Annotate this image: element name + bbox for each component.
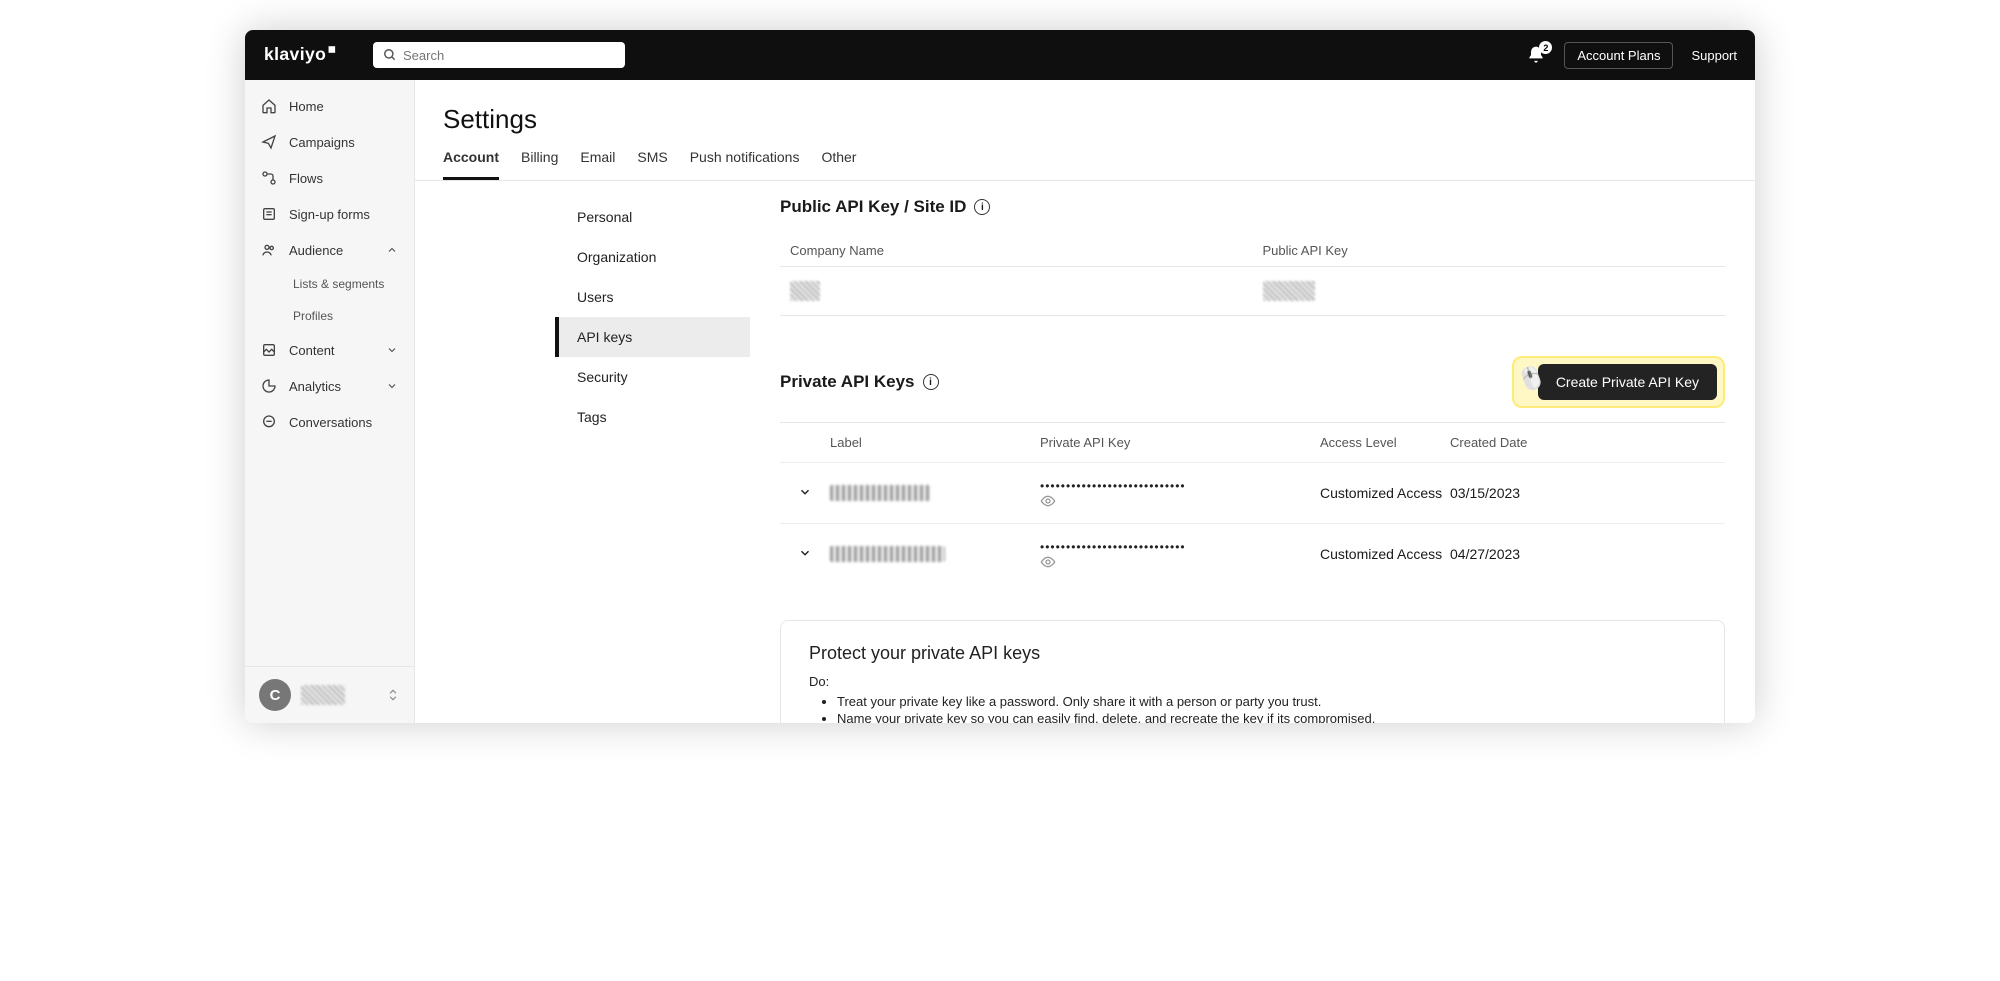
protect-title: Protect your private API keys bbox=[809, 643, 1696, 664]
sidebar-item-label: Home bbox=[289, 99, 324, 114]
sidebar: Home Campaigns Flows Sign-up forms Audie… bbox=[245, 80, 415, 723]
subnav-personal[interactable]: Personal bbox=[555, 197, 750, 237]
reveal-key-button[interactable] bbox=[1040, 493, 1320, 509]
col-key: Private API Key bbox=[1040, 435, 1320, 450]
tab-other[interactable]: Other bbox=[821, 149, 856, 180]
sidebar-subitem-lists-segments[interactable]: Lists & segments bbox=[245, 268, 414, 300]
masked-key: •••••••••••••••••••••••••••• bbox=[1040, 479, 1186, 493]
chevron-up-icon bbox=[386, 244, 398, 256]
sidebar-item-flows[interactable]: Flows bbox=[245, 160, 414, 196]
info-icon[interactable]: i bbox=[923, 374, 939, 390]
public-api-title-text: Public API Key / Site ID bbox=[780, 197, 966, 217]
topbar: klaviyo 2 Account Plans Support bbox=[245, 30, 1755, 80]
search-icon bbox=[383, 48, 397, 62]
expand-row-button[interactable] bbox=[798, 485, 812, 499]
key-label-redacted bbox=[830, 485, 930, 501]
sidebar-item-label: Content bbox=[289, 343, 335, 358]
do-label: Do: bbox=[809, 674, 1696, 689]
list-item: Name your private key so you can easily … bbox=[837, 710, 1696, 723]
create-private-api-key-button[interactable]: Create Private API Key bbox=[1538, 364, 1717, 400]
table-row: •••••••••••••••••••••••••••• Customized … bbox=[780, 462, 1725, 523]
notification-badge: 2 bbox=[1539, 41, 1552, 54]
search-wrap bbox=[373, 42, 625, 68]
list-item: Treat your private key like a password. … bbox=[837, 693, 1696, 710]
tab-email[interactable]: Email bbox=[580, 149, 615, 180]
settings-tabs: Account Billing Email SMS Push notificat… bbox=[415, 135, 1755, 181]
sidebar-item-label: Conversations bbox=[289, 415, 372, 430]
private-api-title-text: Private API Keys bbox=[780, 372, 915, 392]
sidebar-item-audience[interactable]: Audience bbox=[245, 232, 414, 268]
access-level: Customized Access bbox=[1320, 546, 1450, 562]
svg-text:klaviyo: klaviyo bbox=[264, 44, 326, 64]
sidebar-item-conversations[interactable]: Conversations bbox=[245, 404, 414, 440]
subnav-api-keys[interactable]: API keys bbox=[555, 317, 750, 357]
support-link[interactable]: Support bbox=[1691, 48, 1737, 63]
access-level: Customized Access bbox=[1320, 485, 1450, 501]
tab-push[interactable]: Push notifications bbox=[690, 149, 800, 180]
main: Settings Account Billing Email SMS Push … bbox=[415, 80, 1755, 723]
subnav-tags[interactable]: Tags bbox=[555, 397, 750, 437]
subnav-security[interactable]: Security bbox=[555, 357, 750, 397]
chevron-down-icon bbox=[386, 344, 398, 356]
chevron-down-icon bbox=[386, 380, 398, 392]
company-name-header: Company Name bbox=[780, 235, 1253, 266]
masked-key: •••••••••••••••••••••••••••• bbox=[1040, 540, 1186, 554]
public-api-title: Public API Key / Site ID i bbox=[780, 197, 1725, 217]
tab-sms[interactable]: SMS bbox=[637, 149, 667, 180]
col-access: Access Level bbox=[1320, 435, 1450, 450]
account-subnav: Personal Organization Users API keys Sec… bbox=[415, 181, 750, 723]
tab-billing[interactable]: Billing bbox=[521, 149, 558, 180]
sidebar-item-content[interactable]: Content bbox=[245, 332, 414, 368]
sidebar-item-label: Campaigns bbox=[289, 135, 355, 150]
page-title: Settings bbox=[443, 104, 1727, 135]
protect-keys-box: Protect your private API keys Do: Treat … bbox=[780, 620, 1725, 723]
sidebar-subitem-profiles[interactable]: Profiles bbox=[245, 300, 414, 332]
subnav-organization[interactable]: Organization bbox=[555, 237, 750, 277]
private-api-title: Private API Keys i bbox=[780, 372, 939, 392]
key-label-redacted bbox=[830, 546, 945, 562]
sidebar-item-signup-forms[interactable]: Sign-up forms bbox=[245, 196, 414, 232]
tab-account[interactable]: Account bbox=[443, 149, 499, 180]
sidebar-item-label: Analytics bbox=[289, 379, 341, 394]
sidebar-item-label: Flows bbox=[289, 171, 323, 186]
account-name-redacted bbox=[301, 685, 345, 705]
company-name-redacted bbox=[790, 281, 820, 301]
sidebar-item-label: Sign-up forms bbox=[289, 207, 370, 222]
search-input[interactable] bbox=[373, 42, 625, 68]
private-keys-table: Label Private API Key Access Level Creat… bbox=[780, 422, 1725, 584]
col-label: Label bbox=[830, 435, 1040, 450]
sidebar-item-campaigns[interactable]: Campaigns bbox=[245, 124, 414, 160]
logo: klaviyo bbox=[263, 44, 353, 66]
public-key-header: Public API Key bbox=[1253, 235, 1726, 266]
create-key-highlight: 🖱️ Create Private API Key bbox=[1512, 356, 1725, 408]
col-date: Created Date bbox=[1450, 435, 1725, 450]
notifications-button[interactable]: 2 bbox=[1526, 45, 1546, 65]
subnav-users[interactable]: Users bbox=[555, 277, 750, 317]
info-icon[interactable]: i bbox=[974, 199, 990, 215]
sidebar-item-analytics[interactable]: Analytics bbox=[245, 368, 414, 404]
avatar: C bbox=[259, 679, 291, 711]
created-date: 04/27/2023 bbox=[1450, 546, 1725, 562]
account-plans-button[interactable]: Account Plans bbox=[1564, 42, 1673, 69]
sidebar-item-label: Audience bbox=[289, 243, 343, 258]
sidebar-item-home[interactable]: Home bbox=[245, 88, 414, 124]
updown-icon bbox=[386, 688, 400, 702]
created-date: 03/15/2023 bbox=[1450, 485, 1725, 501]
public-key-redacted bbox=[1263, 281, 1315, 301]
reveal-key-button[interactable] bbox=[1040, 554, 1320, 570]
expand-row-button[interactable] bbox=[798, 546, 812, 560]
table-row: •••••••••••••••••••••••••••• Customized … bbox=[780, 523, 1725, 584]
sidebar-footer[interactable]: C bbox=[245, 666, 414, 723]
